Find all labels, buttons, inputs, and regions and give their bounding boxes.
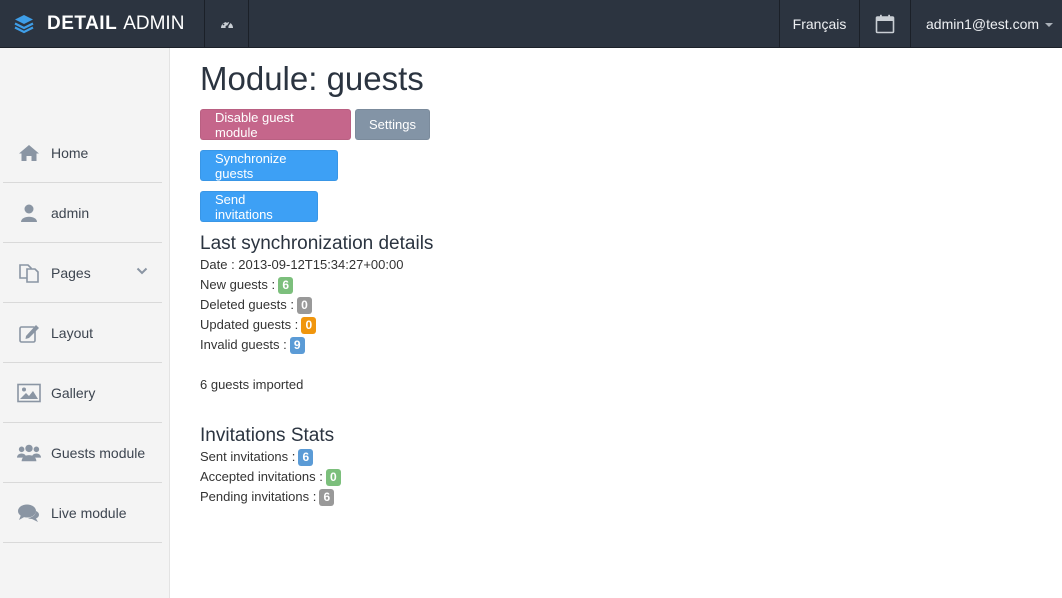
main-content: Module: guests Disable guest module Sett… [200, 48, 1050, 507]
user-menu[interactable]: admin1@test.com [910, 0, 1062, 48]
deleted-guests-label: Deleted guests : [200, 297, 294, 312]
sidebar-item-label: Gallery [51, 384, 96, 401]
sidebar-item-pages[interactable]: Pages [3, 243, 162, 303]
user-email: admin1@test.com [926, 16, 1040, 32]
dashboard-button[interactable] [205, 0, 249, 48]
user-icon [17, 202, 41, 224]
sidebar-item-label: admin [51, 204, 90, 221]
sidebar-item-layout[interactable]: Layout [3, 303, 162, 363]
disable-guest-module-button[interactable]: Disable guest module [200, 109, 351, 140]
image-icon [17, 382, 41, 404]
edit-icon [17, 322, 41, 344]
sidebar-item-label: Live module [51, 504, 127, 521]
accepted-invitations-row: Accepted invitations : 0 [200, 467, 1050, 487]
sidebar-item-label: Pages [51, 264, 91, 281]
new-guests-badge: 6 [278, 276, 294, 294]
sidebar-menu: Home admin Pages Layout Gallery Guests m… [3, 123, 162, 543]
module-actions: Disable guest module Settings [200, 109, 1050, 140]
deleted-guests-row: Deleted guests : 0 [200, 295, 1050, 315]
pending-invitations-label: Pending invitations : [200, 489, 317, 504]
chevron-down-icon[interactable] [136, 267, 148, 275]
brand-light: ADMIN [123, 13, 185, 34]
brand[interactable]: DETAIL ADMIN [0, 0, 205, 48]
page-title: Module: guests [200, 60, 424, 97]
navbar-right: Français admin1@test.com [779, 0, 1062, 48]
sent-invitations-badge: 6 [298, 448, 314, 466]
sidebar-item-label: Home [51, 144, 89, 161]
sidebar-item-home[interactable]: Home [3, 123, 162, 183]
invalid-guests-badge: 9 [289, 336, 305, 354]
new-guests-label: New guests : [200, 277, 276, 292]
updated-guests-row: Updated guests : 0 [200, 315, 1050, 335]
sidebar-item-gallery[interactable]: Gallery [3, 363, 162, 423]
updated-guests-label: Updated guests : [200, 317, 299, 332]
sidebar-item-guests-module[interactable]: Guests module [3, 423, 162, 483]
invalid-guests-row: Invalid guests : 9 [200, 335, 1050, 355]
calendar-icon [875, 14, 895, 34]
pending-invitations-row: Pending invitations : 6 [200, 487, 1050, 507]
sidebar-item-admin[interactable]: admin [3, 183, 162, 243]
sync-heading: Last synchronization details [200, 233, 434, 254]
sidebar-item-label: Layout [51, 324, 94, 341]
updated-guests-badge: 0 [301, 316, 317, 334]
synchronize-guests-button[interactable]: Synchronize guests [200, 150, 338, 181]
invitations-heading: Invitations Stats [200, 425, 335, 446]
sidebar: Home admin Pages Layout Gallery Guests m… [0, 48, 170, 598]
sent-invitations-row: Sent invitations : 6 [200, 447, 1050, 467]
pending-invitations-badge: 6 [319, 488, 335, 506]
accepted-invitations-label: Accepted invitations : [200, 469, 323, 484]
sync-date: Date : 2013-09-12T15:34:27+00:00 [200, 257, 404, 272]
invitations-stats: Invitations Stats Sent invitations : 6 A… [200, 425, 1050, 507]
new-guests-row: New guests : 6 [200, 275, 1050, 295]
language-switch[interactable]: Français [779, 0, 859, 48]
calendar-button[interactable] [859, 0, 910, 48]
navbar-spacer [249, 0, 779, 47]
home-icon [17, 142, 41, 164]
accepted-invitations-badge: 0 [325, 468, 341, 486]
dashboard-icon [220, 21, 233, 29]
comments-icon [17, 502, 41, 524]
caret-down-icon [1045, 23, 1054, 27]
send-invitations-button[interactable]: Send invitations [200, 191, 318, 222]
sidebar-item-label: Guests module [51, 444, 146, 461]
brand-bold: DETAIL [47, 13, 118, 34]
top-navbar: DETAIL ADMIN Français admin1@test.com [0, 0, 1062, 48]
settings-button[interactable]: Settings [355, 109, 430, 140]
layers-icon [14, 15, 34, 34]
pages-icon [17, 262, 41, 284]
guests-imported: 6 guests imported [200, 377, 304, 392]
group-icon [17, 442, 41, 464]
invalid-guests-label: Invalid guests : [200, 337, 287, 352]
sync-details: Last synchronization details Date : 2013… [200, 233, 1050, 395]
sidebar-item-live-module[interactable]: Live module [3, 483, 162, 543]
sent-invitations-label: Sent invitations : [200, 449, 296, 464]
deleted-guests-badge: 0 [296, 296, 312, 314]
